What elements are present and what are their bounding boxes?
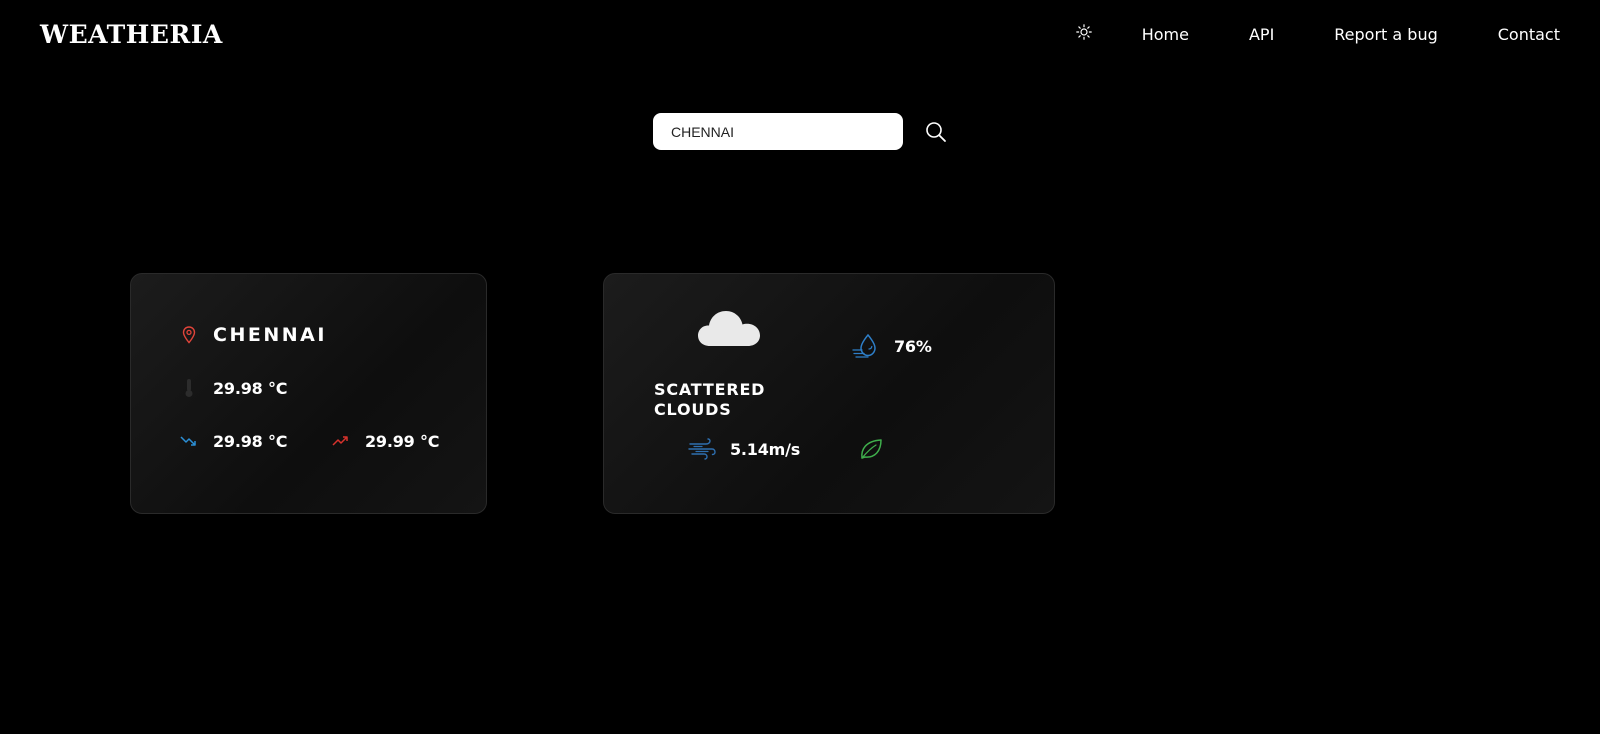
leaf-icon bbox=[859, 438, 883, 465]
nav-api-link[interactable]: API bbox=[1249, 25, 1274, 44]
weather-description: SCATTERED CLOUDS bbox=[654, 380, 766, 419]
search-icon[interactable] bbox=[923, 119, 949, 145]
thermometer-icon bbox=[179, 378, 199, 398]
location-card: CHENNAI 29.98 °C 29.98 °C 29.99 °C bbox=[130, 273, 487, 514]
wind-row: 5.14m/s bbox=[688, 438, 800, 460]
logo[interactable]: WEATHERIA bbox=[40, 20, 223, 49]
city-row: CHENNAI bbox=[179, 324, 327, 346]
humidity-row: 76% bbox=[852, 333, 932, 359]
nav-home-link[interactable]: Home bbox=[1142, 25, 1189, 44]
humidity-value: 76% bbox=[894, 336, 932, 356]
cloud-icon bbox=[696, 306, 762, 355]
humidity-icon bbox=[852, 333, 880, 359]
wind-icon bbox=[688, 438, 716, 460]
min-temp-row: 29.98 °C bbox=[179, 431, 288, 451]
location-pin-icon bbox=[179, 325, 199, 345]
nav-report-bug-link[interactable]: Report a bug bbox=[1334, 25, 1437, 44]
max-temp: 29.99 °C bbox=[365, 431, 440, 451]
trend-down-icon bbox=[179, 431, 199, 451]
max-temp-row: 29.99 °C bbox=[331, 431, 440, 451]
current-temp: 29.98 °C bbox=[213, 378, 288, 398]
city-name: CHENNAI bbox=[213, 324, 327, 346]
page: WEATHERIA Home API Report a bug Contact bbox=[0, 0, 1600, 734]
search-input[interactable] bbox=[653, 113, 903, 150]
search-bar bbox=[653, 113, 949, 150]
wind-value: 5.14m/s bbox=[730, 439, 801, 459]
min-temp: 29.98 °C bbox=[213, 431, 288, 451]
top-nav: Home API Report a bug Contact bbox=[1074, 24, 1560, 44]
nav-contact-link[interactable]: Contact bbox=[1498, 25, 1560, 44]
trend-up-icon bbox=[331, 431, 351, 451]
sun-icon[interactable] bbox=[1074, 22, 1094, 42]
temp-row: 29.98 °C bbox=[179, 378, 288, 398]
conditions-card: SCATTERED CLOUDS 76% 5.14m/s bbox=[603, 273, 1055, 514]
